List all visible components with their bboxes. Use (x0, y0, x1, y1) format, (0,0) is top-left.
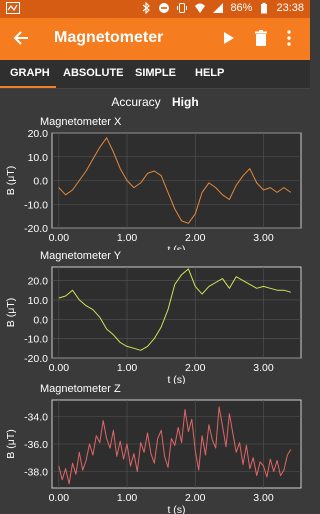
x-tick-label: 3.00 (253, 232, 274, 244)
chart-title-z: Magnetometer Z (40, 383, 121, 395)
bluetooth-icon (143, 2, 151, 14)
magnetometer-z-plot[interactable]: -34.0 -36.0 -38.0 0.00 1.00 2.00 3.00 t (s) B (μ… (0, 395, 310, 514)
battery-percent: 86% (230, 2, 253, 14)
y-axis-label: B (μT) (5, 298, 17, 327)
x-tick-label: 1.00 (117, 232, 138, 244)
y-tick-label: -36.0 (24, 439, 48, 451)
status-icons: 86% 23:38 (140, 2, 304, 14)
back-arrow-icon[interactable] (12, 29, 30, 47)
do-not-disturb-icon (159, 3, 170, 13)
magnetometer-y-plot[interactable]: 20.0 10.0 0.0 -10.0 -20.00.00 1.00 2.00 3.00 t (… (0, 262, 310, 384)
status-bar: 86% 23:38 (0, 0, 310, 18)
x-tick-label: 2.00 (185, 492, 206, 504)
x-tick-label: 1.00 (117, 492, 138, 504)
more-vertical-icon[interactable] (284, 29, 294, 47)
magnetometer-x-plot[interactable]: 20.0 10.0 0.0 -10.0 -20.00.00 1.00 2.00 3.00 t (… (0, 128, 310, 250)
activity-icon (6, 2, 20, 14)
accuracy-label: Accuracy (111, 95, 161, 109)
x-tick-label: 1.00 (117, 362, 138, 374)
y-tick-label: -20.0 (24, 223, 48, 235)
y-tick-label: -20.0 (24, 353, 48, 365)
y-tick-label: 20.0 (28, 276, 49, 288)
tab-absolute[interactable]: ABSOLUTE (63, 67, 124, 79)
x-tick-label: 2.00 (185, 232, 206, 244)
battery-icon (261, 2, 268, 14)
clock: 23:38 (276, 2, 304, 14)
x-axis-label: t (s) (167, 374, 185, 384)
y-axis-label: B (μT) (5, 166, 17, 195)
tab-bar: GRAPH ABSOLUTE SIMPLE HELP (0, 60, 310, 89)
y-tick-label: -10.0 (24, 334, 48, 346)
page-title: Magnetometer (54, 29, 164, 46)
chart-title-y: Magnetometer Y (40, 250, 122, 262)
play-icon[interactable] (219, 29, 237, 47)
tab-help[interactable]: HELP (195, 67, 224, 79)
y-tick-label: -10.0 (24, 199, 48, 211)
accuracy-row: Accuracy High (0, 95, 310, 109)
x-axis-label: t (s) (167, 504, 185, 514)
y-tick-label: 0.0 (33, 314, 48, 326)
x-axis-label: t (s) (167, 244, 185, 250)
y-tick-label: 0.0 (33, 176, 48, 188)
y-tick-label: -34.0 (24, 412, 48, 424)
y-tick-label: 10.0 (28, 152, 49, 164)
app-bar: Magnetometer (0, 18, 310, 60)
accuracy-value: High (172, 95, 199, 109)
y-tick-label: 10.0 (28, 295, 49, 307)
active-tab-indicator (0, 86, 56, 88)
x-tick-label: 0.00 (49, 362, 70, 374)
trash-icon[interactable] (252, 29, 270, 47)
chart-title-x: Magnetometer X (40, 116, 122, 128)
x-tick-label: 2.00 (185, 362, 206, 374)
x-tick-label: 3.00 (253, 492, 274, 504)
y-tick-label: -38.0 (24, 467, 48, 479)
y-tick-label: 20.0 (28, 128, 49, 140)
y-axis-label: B (μT) (5, 429, 17, 458)
wifi-icon (195, 3, 206, 13)
tab-graph[interactable]: GRAPH (10, 67, 50, 79)
x-tick-label: 3.00 (253, 362, 274, 374)
vibrate-icon (177, 3, 188, 13)
x-tick-label: 0.00 (49, 232, 70, 244)
signal-icon (213, 3, 224, 13)
tab-simple[interactable]: SIMPLE (135, 67, 176, 79)
x-tick-label: 0.00 (49, 492, 70, 504)
